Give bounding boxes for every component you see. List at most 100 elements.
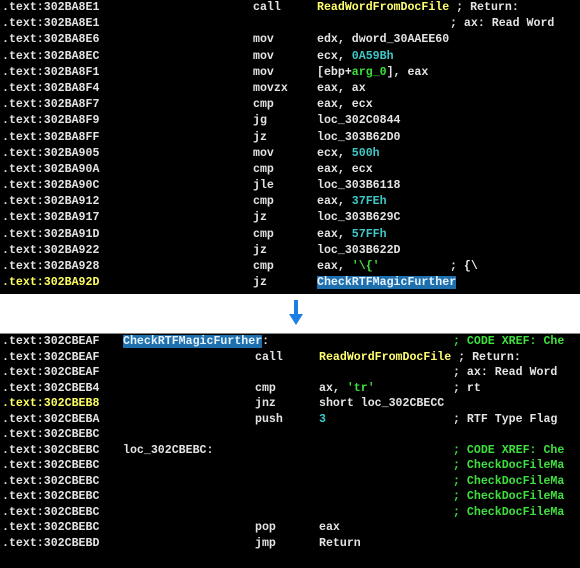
listing-row[interactable]: .text:302BA8EC mov ecx, 0A59Bh [0,49,580,65]
operand-token[interactable]: ReadWordFromDocFile [317,1,449,14]
comment-token: ; ax: Read Word [450,17,555,31]
operand-token: ; Return: [449,1,519,14]
listing-row[interactable]: .text:302CBEB8 jnz short loc_302CBECC [0,396,580,412]
arrow-down-icon [289,300,303,325]
address: .text:302BA8E1 [2,17,100,31]
operand-token[interactable]: ReadWordFromDocFile [319,351,451,364]
operand: eax, 57FFh [317,227,387,243]
operand-token: eax, [317,260,352,273]
listing-row[interactable]: .text:302BA917 jz loc_303B629C [0,210,580,226]
comment-token: ; ax: Read Word [453,366,558,379]
listing-row[interactable]: .text:302CBEBC ; CheckDocFileMa [0,458,580,474]
listing-row[interactable]: .text:302CBEAF ; ax: Read Word [0,365,580,381]
operand: loc_303B62D0 [317,130,401,146]
operand-token: eax, ecx [317,98,373,112]
operand: 3 [319,412,326,428]
operand: loc_303B629C [317,210,401,226]
listing-row[interactable]: .text:302CBEBA push 3 ; RTF Type Flag [0,412,580,428]
comment: ; CheckDocFileMa [453,474,564,490]
comment: ; ax: Read Word [450,16,554,32]
comment-token: ; CheckDocFileMa [453,459,565,472]
address: .text:302CBEB4 [2,381,100,395]
operand: ecx, 500h [317,146,380,162]
address: .text:302CBEBC [2,521,100,534]
disassembly-panel-bottom[interactable]: .text:302CBEAF CheckRTFMagicFurther: ; COD… [0,333,580,568]
disassembly-panel-top[interactable]: .text:302BA8E1 call ReadWordFromDocFile ; … [0,0,580,294]
mnemonic: cmp [253,227,274,241]
listing-row[interactable]: .text:302CBEBC [0,427,580,443]
operand-token: 'tr' [346,381,375,395]
comment-token: ; CheckDocFileMa [453,505,565,519]
comment: ; CheckDocFileMa [453,489,564,505]
operand-token: edx, dword_30AAEE60 [317,33,450,47]
operand-token: eax, ax [317,81,366,95]
operand: Return [319,536,361,552]
listing-row[interactable]: .text:302BA91D cmp eax, 57FFh [0,227,580,243]
operand: CheckRTFMagicFurther [317,275,457,291]
operand: loc_302C0844 [317,113,401,129]
comment-token: ; CheckDocFileMa [453,490,565,503]
listing-row[interactable]: .text:302BA905 mov ecx, 500h [0,146,580,162]
mnemonic: jnz [255,397,276,410]
label-token: : [262,335,270,348]
highlighted-symbol[interactable]: CheckRTFMagicFurther [317,276,457,290]
operand: eax, ax [317,81,366,97]
listing-row[interactable]: .text:302CBEAF call ReadWordFromDocFile ; … [0,350,580,366]
operand-token: short loc_302CBECC [319,397,445,410]
mnemonic: movzx [253,81,288,95]
listing-row[interactable]: .text:302BA8FF jz loc_303B62D0 [0,130,580,146]
operand-token: loc_302C0844 [317,114,401,128]
mnemonic: jz [253,130,267,144]
operand-token: loc_303B629C [317,211,401,225]
operand: [ebp+arg_0], eax [317,65,428,81]
operand: loc_303B6118 [317,178,401,194]
listing-row[interactable]: .text:302BA912 cmp eax, 37FEh [0,194,580,210]
mnemonic: call [255,350,283,364]
listing-row[interactable]: .text:302CBEAF CheckRTFMagicFurther: ; COD… [0,334,580,350]
mnemonic: jle [253,179,274,193]
comment-token: ; CODE XREF: Che [453,335,565,348]
listing-row[interactable]: .text:302CBEBC pop eax [0,520,580,536]
operand-token: 57FFh [351,227,387,241]
operand-token: ax, [319,381,347,395]
mnemonic: mov [253,33,274,47]
comment: ; CheckDocFileMa [453,505,564,521]
address: .text:302BA905 [2,146,100,160]
listing-row[interactable]: .text:302BA8F4 movzx eax, ax [0,81,580,97]
operand-token: '\{' [351,260,380,273]
listing-row[interactable]: .text:302BA92D jz CheckRTFMagicFurther [0,275,580,291]
operand: ReadWordFromDocFile ; Return: [319,350,521,366]
comment-token: ; {\ [450,260,478,273]
listing-row[interactable]: .text:302CBEB4 cmp ax, 'tr' ; rt [0,381,580,397]
listing-row[interactable]: .text:302CBEBD jmp Return [0,536,580,552]
address: .text:302BA91D [2,227,100,241]
listing-row[interactable]: .text:302CBEBC ; CheckDocFileMa [0,489,580,505]
listing-row[interactable]: .text:302BA8F1 mov [ebp+arg_0], eax [0,65,580,81]
listing-row[interactable]: .text:302CBEBC ; CheckDocFileMa [0,474,580,490]
highlighted-symbol[interactable]: CheckRTFMagicFurther [123,335,263,348]
address: .text:302BA90A [2,162,100,176]
listing-row[interactable]: .text:302BA922 jz loc_303B622D [0,243,580,259]
listing-row[interactable]: .text:302BA90A cmp eax, ecx [0,162,580,178]
mnemonic: jz [253,211,267,225]
listing-row[interactable]: .text:302BA8F7 cmp eax, ecx [0,97,580,113]
listing-row[interactable]: .text:302BA90C jle loc_303B6118 [0,178,580,194]
listing-row[interactable]: .text:302BA8E1 call ReadWordFromDocFile ; … [0,0,580,16]
address: .text:302CBEAF [2,366,100,379]
listing-row[interactable]: .text:302CBEBC ; CheckDocFileMa [0,505,580,521]
listing-row[interactable]: .text:302BA8E1 ; ax: Read Word [0,16,580,32]
listing-row[interactable]: .text:302BA8F9 jg loc_302C0844 [0,113,580,129]
address: .text:302BA90C [2,179,100,193]
mnemonic: jmp [255,536,276,550]
listing-row[interactable]: .text:302CBEBC loc_302CBEBC: ; CODE XREF: … [0,443,580,459]
address: .text:302BA8E1 [2,1,100,14]
address: .text:302CBEB8 [2,397,100,410]
listing-row[interactable]: .text:302BA8E6 mov edx, dword_30AAEE60 [0,32,580,48]
operand-token: eax [319,521,340,534]
address: .text:302BA912 [2,195,100,209]
listing-row[interactable]: .text:302BA928 cmp eax, '\{' ; {\ [0,259,580,275]
address: .text:302BA928 [2,260,100,273]
address: .text:302BA92D [2,276,100,290]
comment-token: ; rt [453,381,481,395]
mnemonic: jz [253,276,267,290]
